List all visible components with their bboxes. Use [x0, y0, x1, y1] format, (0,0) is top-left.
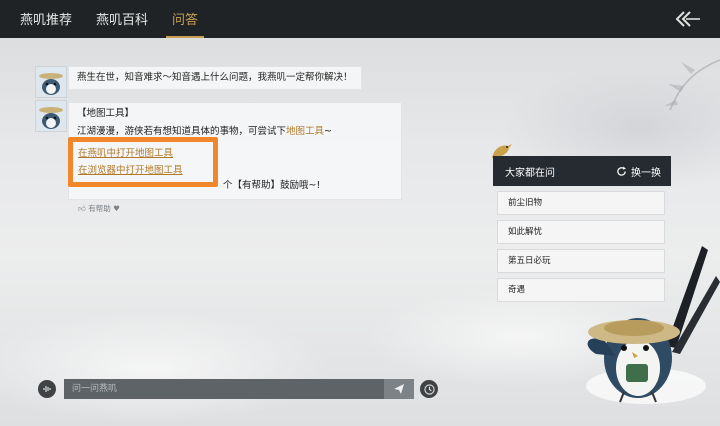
send-plane-icon — [394, 384, 404, 394]
bot-message-greeting: 燕生在世，知音难求～知音遇上什么问题，我燕叽一定帮你解决！ — [68, 66, 362, 90]
back-button[interactable] — [674, 10, 702, 28]
refresh-button[interactable]: 换一换 — [616, 164, 661, 179]
refresh-icon — [617, 165, 626, 176]
refresh-label: 换一换 — [631, 167, 661, 179]
bot-avatar — [35, 66, 67, 98]
message-line-suffix: ~ — [324, 126, 332, 137]
send-button[interactable] — [384, 379, 414, 399]
panel-title: 大家都在问 — [505, 167, 555, 179]
message-footer: 个【有帮助】鼓励哦~! — [223, 180, 321, 191]
map-tool-inline-link[interactable]: 地图工具 — [286, 126, 324, 137]
thumbs-up-icon: 👍︎ — [78, 204, 86, 213]
top-nav-bar: 燕叽推荐 燕叽百科 问答 — [0, 0, 720, 38]
double-chevron-left-icon — [675, 11, 700, 27]
heart-icon: ♥ — [113, 204, 120, 213]
message-title: 【地图工具】 — [77, 108, 135, 119]
voice-button[interactable] — [38, 380, 56, 398]
panel-header: 大家都在问 换一换 — [493, 156, 671, 186]
highlight-box: 在燕叽中打开地图工具 在浏览器中打开地图工具 — [68, 137, 218, 187]
open-map-in-app-link[interactable]: 在燕叽中打开地图工具 — [78, 145, 183, 162]
bird-mascot-icon — [36, 67, 66, 97]
message-text: 燕生在世，知音难求～知音遇上什么问题，我燕叽一定帮你解决！ — [77, 72, 353, 83]
question-input[interactable] — [64, 379, 384, 399]
open-map-in-browser-link[interactable]: 在浏览器中打开地图工具 — [78, 162, 183, 179]
tab-recommend[interactable]: 燕叽推荐 — [8, 9, 84, 38]
mascot-bird-illustration — [586, 246, 720, 404]
tab-qa[interactable]: 问答 — [160, 9, 210, 38]
bot-avatar — [35, 100, 67, 132]
helpful-button[interactable]: 👍︎ 有帮助 ♥ — [78, 203, 120, 214]
message-line-text: 江湖漫漫，游侠若有想知道具体的事物，可尝试下 — [77, 126, 287, 137]
clock-icon — [423, 383, 435, 395]
chat-input-bar — [38, 377, 440, 399]
tab-encyclopedia[interactable]: 燕叽百科 — [84, 9, 160, 38]
helpful-label: 有帮助 — [88, 204, 111, 213]
voice-wave-icon — [43, 386, 51, 392]
bird-mascot-icon — [36, 101, 66, 131]
history-button[interactable] — [420, 380, 438, 398]
popular-question-item[interactable]: 前尘旧物 — [497, 191, 665, 215]
ink-branch-decoration — [664, 59, 720, 111]
